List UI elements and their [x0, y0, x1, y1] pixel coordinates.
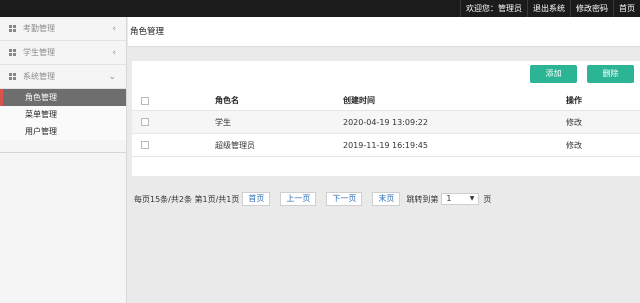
table-row: 学生 2020-04-19 13:09:22 修改 [132, 111, 640, 134]
first-page-button[interactable]: 首页 [242, 192, 271, 206]
sidebar-item-menu-management[interactable]: 菜单管理 [0, 106, 126, 123]
role-name-cell: 学生 [215, 118, 231, 127]
page-select-value: 1 [446, 194, 452, 203]
row-checkbox[interactable] [141, 118, 149, 126]
page-suffix: 页 [483, 194, 492, 204]
grid-icon [9, 49, 17, 56]
created-time-cell: 2019-11-19 16:19:45 [343, 141, 428, 150]
select-all-checkbox[interactable] [141, 97, 149, 105]
change-password-link[interactable]: 修改密码 [570, 0, 613, 17]
jump-label: 跳转到第 [406, 194, 439, 204]
sidebar-group-system[interactable]: 系统管理 ⌄ [0, 65, 126, 89]
sidebar-item-role-management[interactable]: 角色管理 [0, 89, 126, 106]
column-header-role-name: 角色名 [215, 96, 239, 105]
role-table: 角色名 创建时间 操作 学生 2020-04-19 13:09:22 修改 超级… [132, 91, 640, 157]
page-select[interactable]: 1 ▼ [441, 193, 480, 205]
dropdown-arrow-icon: ▼ [469, 195, 475, 202]
sidebar-group-label: 系统管理 [23, 72, 55, 81]
home-link[interactable]: 首页 [613, 0, 640, 17]
prev-page-button[interactable]: 上一页 [280, 192, 317, 206]
logout-link[interactable]: 退出系统 [527, 0, 570, 17]
welcome-text: 欢迎您：管理员 [460, 0, 527, 17]
edit-link[interactable]: 修改 [566, 111, 582, 134]
add-button[interactable]: 添加 [530, 65, 577, 83]
grid-icon [9, 73, 17, 80]
sidebar-submenu: 角色管理 菜单管理 用户管理 [0, 89, 126, 140]
column-header-operation: 操作 [566, 96, 582, 105]
page-header: 角色管理 [128, 17, 640, 47]
last-page-button[interactable]: 末页 [372, 192, 401, 206]
role-panel: 添加 删除 角色名 创建时间 操作 学生 2020-04-19 13:09:22… [132, 61, 640, 176]
main-content: 角色管理 添加 删除 角色名 创建时间 操作 学生 2020-04-19 13:… [128, 17, 640, 303]
chevron-left-icon: ‹ [112, 24, 116, 34]
pagination-info: 每页15条/共2条 第1页/共1页 [134, 194, 240, 204]
role-name-cell: 超级管理员 [215, 141, 255, 150]
pagination: 每页15条/共2条 第1页/共1页 首页 上一页 下一页 末页 跳转到第 1 ▼… [134, 192, 491, 206]
edit-link[interactable]: 修改 [566, 134, 582, 157]
created-time-cell: 2020-04-19 13:09:22 [343, 118, 428, 127]
delete-button[interactable]: 删除 [587, 65, 634, 83]
page-title: 角色管理 [130, 27, 165, 37]
sidebar-group-students[interactable]: 学生管理 ‹ [0, 41, 126, 65]
grid-icon [9, 25, 17, 32]
top-links: 欢迎您：管理员 退出系统 修改密码 首页 [460, 0, 640, 17]
sidebar-group-label: 学生管理 [23, 48, 55, 57]
row-checkbox[interactable] [141, 141, 149, 149]
sidebar-group-attendance[interactable]: 考勤管理 ‹ [0, 17, 126, 41]
chevron-left-icon: ‹ [112, 48, 116, 58]
column-header-created: 创建时间 [343, 96, 375, 105]
table-row: 超级管理员 2019-11-19 16:19:45 修改 [132, 134, 640, 157]
sidebar-divider [0, 152, 126, 153]
sidebar-item-user-management[interactable]: 用户管理 [0, 123, 126, 140]
sidebar-group-label: 考勤管理 [23, 24, 55, 33]
chevron-down-icon: ⌄ [108, 72, 116, 82]
sidebar: 考勤管理 ‹ 学生管理 ‹ 系统管理 ⌄ 角色管理 菜单管理 用户管理 [0, 17, 127, 303]
top-bar: 欢迎您：管理员 退出系统 修改密码 首页 [0, 0, 640, 17]
table-header-row: 角色名 创建时间 操作 [132, 91, 640, 111]
next-page-button[interactable]: 下一页 [326, 192, 363, 206]
